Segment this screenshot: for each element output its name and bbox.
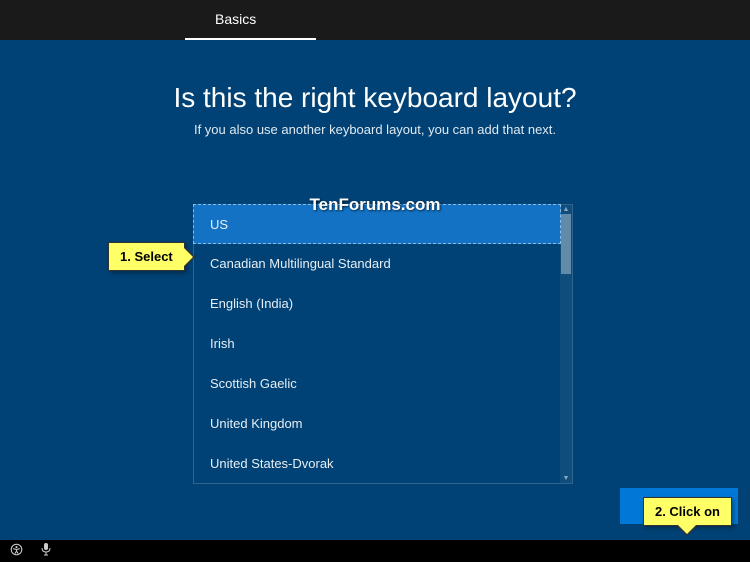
list-item-label: United States-Dvorak <box>210 456 334 471</box>
tab-basics[interactable]: Basics <box>185 0 316 40</box>
list-item[interactable]: English (India) <box>194 283 560 323</box>
tab-label: Basics <box>215 11 256 27</box>
list-item[interactable]: United Kingdom <box>194 403 560 443</box>
list-inner: US Canadian Multilingual Standard Englis… <box>194 205 560 483</box>
list-item-label: Canadian Multilingual Standard <box>210 256 391 271</box>
scroll-up-icon[interactable]: ▲ <box>560 205 572 214</box>
list-item-label: Irish <box>210 336 235 351</box>
accessibility-icon[interactable] <box>10 543 23 559</box>
list-item-label: English (India) <box>210 296 293 311</box>
scrollbar[interactable]: ▲ ▼ <box>560 205 572 483</box>
microphone-icon[interactable] <box>41 543 51 559</box>
list-item[interactable]: Canadian Multilingual Standard <box>194 243 560 283</box>
list-item-label: Scottish Gaelic <box>210 376 297 391</box>
list-item[interactable]: Scottish Gaelic <box>194 363 560 403</box>
scroll-down-icon[interactable]: ▼ <box>560 474 572 483</box>
list-item-label: US <box>210 217 228 232</box>
bottombar <box>0 540 750 562</box>
list-item[interactable]: United States-Dvorak <box>194 443 560 483</box>
main-panel: Is this the right keyboard layout? If yo… <box>0 40 750 540</box>
list-item-label: United Kingdom <box>210 416 303 431</box>
topbar: Basics <box>0 0 750 40</box>
scrollbar-thumb[interactable] <box>561 214 571 274</box>
callout-select: 1. Select <box>108 242 185 271</box>
list-item[interactable]: Irish <box>194 323 560 363</box>
keyboard-layout-list: US Canadian Multilingual Standard Englis… <box>193 204 573 484</box>
list-item[interactable]: US <box>193 204 561 244</box>
yes-button[interactable]: Yes <box>620 488 738 524</box>
page-subtitle: If you also use another keyboard layout,… <box>0 122 750 137</box>
yes-button-label: Yes <box>668 498 691 514</box>
page-title: Is this the right keyboard layout? <box>0 82 750 114</box>
heading-block: Is this the right keyboard layout? If yo… <box>0 40 750 137</box>
